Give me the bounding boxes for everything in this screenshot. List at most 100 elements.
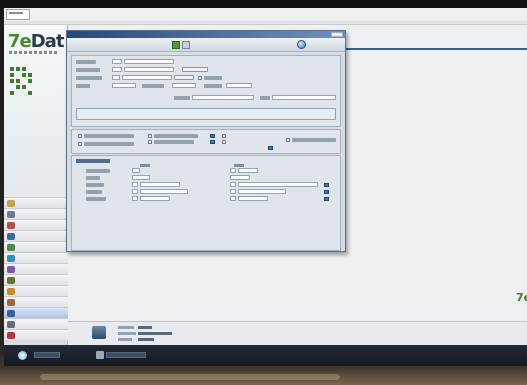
lookup-icon[interactable] bbox=[210, 134, 215, 138]
menu-item-12[interactable] bbox=[4, 329, 68, 340]
field-label bbox=[204, 76, 222, 80]
filter-to-value[interactable] bbox=[238, 182, 318, 187]
filter-to[interactable] bbox=[230, 175, 250, 180]
option-checkbox[interactable] bbox=[222, 134, 226, 138]
filter-to-value[interactable] bbox=[238, 168, 258, 173]
menu-item-4[interactable] bbox=[4, 241, 68, 252]
reference-field[interactable] bbox=[192, 95, 254, 100]
taskbar-item[interactable] bbox=[106, 352, 146, 358]
minimized-window[interactable] bbox=[6, 9, 30, 20]
filter-to-value[interactable] bbox=[238, 196, 268, 201]
option-checkbox[interactable] bbox=[198, 76, 202, 80]
option-checkbox[interactable] bbox=[148, 134, 152, 138]
dialog-toolbar bbox=[67, 38, 345, 52]
info-value bbox=[138, 338, 154, 341]
lookup-icon[interactable] bbox=[268, 146, 273, 150]
status-info-bar bbox=[68, 321, 527, 345]
option-checkbox[interactable] bbox=[222, 140, 226, 144]
field-label bbox=[76, 68, 100, 72]
filter-to[interactable] bbox=[230, 182, 236, 187]
truck-icon bbox=[7, 277, 15, 284]
type-code-field[interactable] bbox=[112, 67, 122, 72]
globe-icon[interactable] bbox=[297, 40, 306, 49]
filter-from-value[interactable] bbox=[140, 182, 180, 187]
menu-item-8[interactable] bbox=[4, 285, 68, 296]
lookup-icon[interactable] bbox=[324, 190, 329, 194]
lookup-button[interactable] bbox=[174, 75, 194, 80]
filter-from[interactable] bbox=[132, 189, 138, 194]
menu-item-6[interactable] bbox=[4, 263, 68, 274]
filter-from[interactable] bbox=[132, 175, 150, 180]
code-field[interactable] bbox=[112, 59, 122, 64]
filter-from[interactable] bbox=[132, 168, 140, 173]
option-checkbox[interactable] bbox=[286, 138, 290, 142]
info-value bbox=[138, 332, 172, 335]
lookup-icon[interactable] bbox=[324, 183, 329, 187]
option-checkbox[interactable] bbox=[78, 134, 82, 138]
user-icon bbox=[92, 326, 106, 339]
filter-to[interactable] bbox=[230, 196, 236, 201]
people-icon bbox=[7, 310, 15, 317]
filter-from[interactable] bbox=[132, 196, 138, 201]
shield-icon bbox=[7, 200, 15, 207]
menu-item-0[interactable] bbox=[4, 197, 68, 208]
chart-icon bbox=[7, 266, 15, 273]
field-label bbox=[76, 60, 96, 64]
start-icon[interactable] bbox=[18, 351, 27, 360]
header-rule bbox=[342, 48, 527, 50]
filter-from-value[interactable] bbox=[140, 196, 170, 201]
section-title bbox=[76, 159, 110, 163]
name-field[interactable] bbox=[124, 59, 174, 64]
option-label bbox=[292, 138, 336, 142]
taskbar bbox=[4, 345, 527, 366]
filter-from[interactable] bbox=[132, 182, 138, 187]
info-label bbox=[118, 338, 132, 341]
taskbar-item[interactable] bbox=[34, 352, 60, 358]
print-icon[interactable] bbox=[182, 41, 190, 49]
monitor-photo: 7eDat 7 bbox=[0, 0, 527, 385]
menu-item-7[interactable] bbox=[4, 274, 68, 285]
type-field[interactable] bbox=[124, 67, 174, 72]
time-field[interactable] bbox=[226, 83, 252, 88]
notes-area[interactable] bbox=[76, 108, 336, 120]
save-icon[interactable] bbox=[172, 41, 180, 49]
value-field[interactable] bbox=[272, 95, 336, 100]
monitor-bezel bbox=[0, 0, 527, 8]
menu-item-1[interactable] bbox=[4, 208, 68, 219]
series-code-field[interactable] bbox=[112, 75, 120, 80]
menu-item-2[interactable] bbox=[4, 219, 68, 230]
filter-label bbox=[86, 176, 100, 180]
menu-item-11[interactable] bbox=[4, 318, 68, 329]
filter-to-value[interactable] bbox=[238, 189, 286, 194]
field-label bbox=[76, 76, 102, 80]
dialog-titlebar[interactable] bbox=[67, 31, 345, 38]
menu-item-10[interactable] bbox=[4, 307, 68, 318]
info-label bbox=[118, 332, 136, 335]
filter-from-value[interactable] bbox=[140, 189, 188, 194]
watermark-logo: 7e bbox=[516, 291, 527, 304]
close-icon[interactable] bbox=[331, 32, 343, 37]
app-icon[interactable] bbox=[96, 351, 104, 359]
due-date-field[interactable] bbox=[172, 83, 196, 88]
date-field[interactable] bbox=[112, 83, 136, 88]
box-icon bbox=[7, 299, 15, 306]
menu-item-5[interactable] bbox=[4, 252, 68, 263]
lookup-icon[interactable] bbox=[210, 140, 215, 144]
book-icon bbox=[7, 244, 15, 251]
option-checkbox[interactable] bbox=[148, 140, 152, 144]
menu-item-9[interactable] bbox=[4, 296, 68, 307]
filter-to[interactable] bbox=[230, 168, 236, 173]
field-label bbox=[204, 84, 222, 88]
lookup-icon[interactable] bbox=[324, 197, 329, 201]
menu-item-3[interactable] bbox=[4, 230, 68, 241]
option-checkbox[interactable] bbox=[78, 142, 82, 146]
shop-icon bbox=[7, 288, 15, 295]
dialog-title bbox=[93, 32, 223, 36]
action-button[interactable] bbox=[182, 67, 208, 72]
filter-to[interactable] bbox=[230, 189, 236, 194]
monitor-icon bbox=[7, 321, 15, 328]
series-field[interactable] bbox=[122, 75, 172, 80]
header-panel bbox=[71, 55, 341, 127]
report-icon bbox=[7, 233, 15, 240]
filter-label bbox=[86, 197, 106, 201]
